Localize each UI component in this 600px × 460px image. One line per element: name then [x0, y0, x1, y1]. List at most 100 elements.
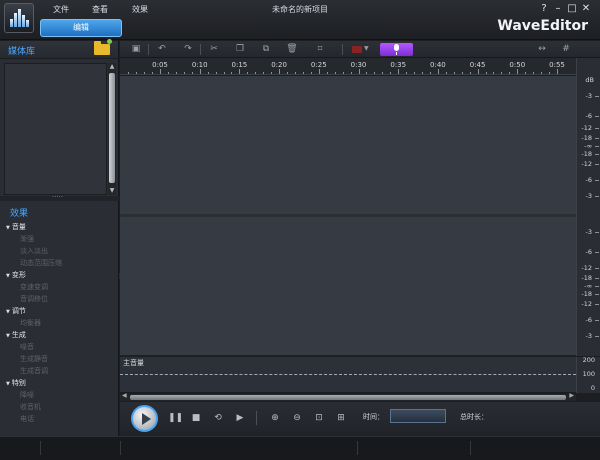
- ruler-minor-tick: [374, 72, 376, 74]
- help-button[interactable]: ?: [538, 3, 550, 15]
- fx-item[interactable]: 降噪: [6, 389, 116, 401]
- ruler-minor-tick: [541, 72, 543, 74]
- save-icon[interactable]: ▣: [128, 43, 144, 55]
- ruler-minor-tick: [406, 72, 408, 74]
- media-library-list[interactable]: [4, 63, 107, 195]
- maximize-button[interactable]: □: [566, 3, 578, 15]
- loop-icon[interactable]: ⟲: [212, 412, 224, 424]
- ruler-minor-tick: [326, 72, 328, 74]
- copy-icon[interactable]: ❐: [232, 43, 248, 55]
- ruler-major-tick: [398, 69, 400, 74]
- paste-icon[interactable]: ⧉: [258, 43, 274, 55]
- left-panel: 媒体库 ▲ ▼ 效果 音量 渐强 淡入淡出 动态范围压缩 变形 变速变调 音调移…: [0, 39, 123, 436]
- scroll-up-icon[interactable]: ▲: [108, 63, 116, 71]
- cut-icon[interactable]: ✂: [206, 43, 222, 55]
- scroll-right-icon[interactable]: ▶: [569, 392, 574, 399]
- minimize-button[interactable]: –: [552, 3, 564, 15]
- ruler-minor-tick: [175, 72, 177, 74]
- db-scale-label: -3: [585, 92, 592, 100]
- effects-list: 音量 渐强 淡入淡出 动态范围压缩 变形 变速变调 音调移位 调节 均衡器 生成…: [6, 221, 116, 425]
- close-button[interactable]: ✕: [580, 3, 592, 15]
- ruler-minor-tick: [525, 72, 527, 74]
- window-title: 未命名的新项目: [272, 5, 328, 14]
- crop-icon[interactable]: ⌗: [312, 43, 328, 55]
- ruler-minor-tick: [255, 72, 257, 74]
- master-scale-label: 100: [582, 370, 595, 378]
- fx-item[interactable]: 渐强: [6, 233, 116, 245]
- timeline-scrollbar[interactable]: ◀ ▶: [120, 392, 576, 401]
- undo-icon[interactable]: ↶: [154, 43, 170, 55]
- ruler-minor-tick: [144, 72, 146, 74]
- ruler-minor-tick: [263, 72, 265, 74]
- media-library-scrollbar[interactable]: ▲ ▼: [108, 63, 116, 195]
- db-scale-tick: [595, 116, 599, 117]
- status-divider: [470, 441, 471, 455]
- db-scale-label: -3: [585, 192, 592, 200]
- ruler-minor-tick: [294, 72, 296, 74]
- db-scale-label: -∞: [584, 142, 592, 150]
- waveform-area[interactable]: [120, 76, 576, 356]
- fx-item[interactable]: 淡入淡出: [6, 245, 116, 257]
- play-selection-icon[interactable]: ▶: [234, 412, 246, 424]
- db-scale-label: -6: [585, 176, 592, 184]
- fx-item[interactable]: 均衡器: [6, 317, 116, 329]
- ruler-minor-tick: [247, 72, 249, 74]
- fx-group-generate[interactable]: 生成: [6, 329, 116, 341]
- ruler-minor-tick: [549, 72, 551, 74]
- ruler-minor-tick: [334, 72, 336, 74]
- db-scale-label: -3: [585, 332, 592, 340]
- master-volume-lane[interactable]: 主音量: [120, 357, 576, 393]
- ruler-minor-tick: [128, 72, 130, 74]
- tab-edit[interactable]: 编辑: [40, 19, 122, 37]
- ruler-major-tick: [318, 69, 320, 74]
- ruler-major-tick: [279, 69, 281, 74]
- timeline-scroll-thumb[interactable]: [130, 395, 566, 400]
- master-volume-line[interactable]: [120, 374, 576, 375]
- scroll-down-icon[interactable]: ▼: [108, 187, 116, 195]
- ruler-minor-tick: [342, 72, 344, 74]
- fx-item[interactable]: 音调移位: [6, 293, 116, 305]
- scroll-thumb[interactable]: [109, 73, 115, 183]
- zoom-selection-icon[interactable]: ⊡: [313, 412, 325, 424]
- ruler-minor-tick: [350, 72, 352, 74]
- stop-icon[interactable]: ■: [190, 412, 202, 424]
- fx-group-adjust[interactable]: 调节: [6, 305, 116, 317]
- fx-item[interactable]: 动态范围压缩: [6, 257, 116, 269]
- scroll-left-icon[interactable]: ◀: [122, 392, 127, 399]
- ruler-minor-tick: [287, 72, 289, 74]
- db-scale-tick: [595, 96, 599, 97]
- redo-icon[interactable]: ↷: [180, 43, 196, 55]
- ruler-major-tick: [239, 69, 241, 74]
- record-button[interactable]: [380, 43, 413, 56]
- edit-toolbar: ▣ ↶ ↷ ✂ ❐ ⧉ 🗑 ⌗ ▼ ↔ #: [120, 41, 600, 58]
- ruler-minor-tick: [167, 72, 169, 74]
- fx-group-transform[interactable]: 变形: [6, 269, 116, 281]
- db-scale-label: -18: [581, 134, 592, 142]
- fx-item[interactable]: 生成音调: [6, 365, 116, 377]
- zoom-out-icon[interactable]: ⊖: [291, 412, 303, 424]
- fx-item[interactable]: 变速变调: [6, 281, 116, 293]
- fx-item[interactable]: 收音机: [6, 401, 116, 413]
- db-scale-label: -6: [585, 316, 592, 324]
- zoom-fit-icon[interactable]: ⊞: [335, 412, 347, 424]
- pause-icon[interactable]: ❚❚: [168, 412, 183, 424]
- zoom-grid-icon[interactable]: #: [558, 43, 574, 55]
- open-folder-icon[interactable]: [94, 39, 112, 55]
- fit-width-icon[interactable]: ↔: [534, 43, 550, 55]
- time-ruler[interactable]: 0:05 0:10 0:15 0:20 0:25 0:30 0:35 0:40 0:45 0:50…: [120, 58, 576, 75]
- record-source-dropdown[interactable]: ▼: [352, 45, 372, 54]
- fx-group-volume[interactable]: 音量: [6, 221, 116, 233]
- panel-splitter[interactable]: [0, 191, 119, 201]
- fx-item[interactable]: 噪音: [6, 341, 116, 353]
- play-button[interactable]: [131, 405, 158, 432]
- db-scale-tick: [595, 278, 599, 279]
- delete-icon[interactable]: 🗑: [284, 43, 300, 55]
- fx-item[interactable]: 生成静音: [6, 353, 116, 365]
- db-scale-label: -6: [585, 248, 592, 256]
- fx-group-special[interactable]: 特别: [6, 377, 116, 389]
- time-label: 时间：: [363, 413, 384, 421]
- ruler-minor-tick: [493, 72, 495, 74]
- db-scale-label: -12: [581, 264, 592, 272]
- fx-item[interactable]: 电话: [6, 413, 116, 425]
- zoom-in-icon[interactable]: ⊕: [269, 412, 281, 424]
